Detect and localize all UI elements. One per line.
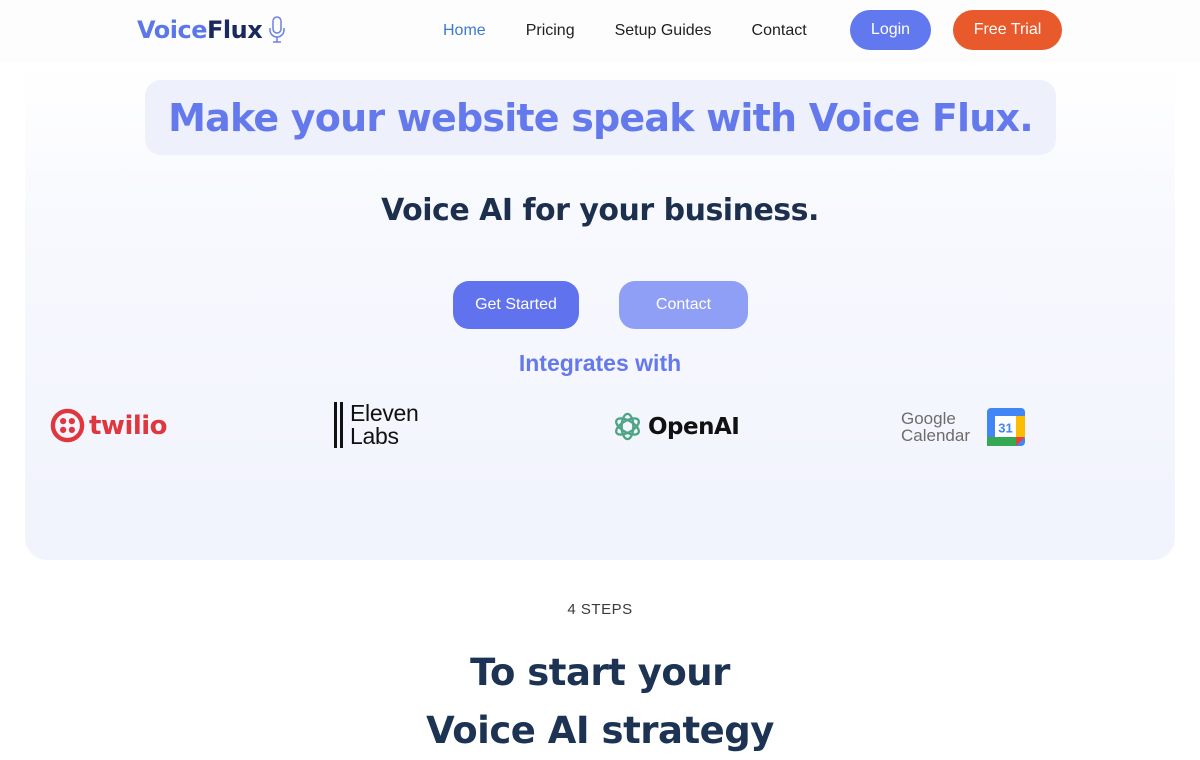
elevenlabs-logo-icon <box>334 402 346 448</box>
elevenlabs-name-line1: Eleven <box>350 400 419 426</box>
headline-banner: Make your website speak with Voice Flux. <box>145 80 1056 155</box>
brand-name-part1: Voice <box>137 16 207 44</box>
integrations-title: Integrates with <box>518 350 682 376</box>
twilio-name: twilio <box>89 410 168 441</box>
integration-elevenlabs: Eleven Labs <box>334 402 419 448</box>
steps-title: To start your Voice AI strategy <box>0 644 1200 760</box>
integration-twilio: twilio <box>50 408 168 443</box>
steps-label: 4 STEPS <box>567 601 633 618</box>
google-calendar-name-line2: Calendar <box>901 426 970 445</box>
google-calendar-name: Google Calendar <box>901 410 970 444</box>
contact-button[interactable]: Contact <box>619 281 748 329</box>
microphone-icon <box>269 16 285 43</box>
elevenlabs-name-line2: Labs <box>350 423 399 449</box>
login-button[interactable]: Login <box>850 10 931 50</box>
elevenlabs-name: Eleven Labs <box>350 402 419 448</box>
nav-link-pricing[interactable]: Pricing <box>526 22 575 40</box>
nav-links: Home Pricing Setup Guides Contact <box>443 0 847 62</box>
steps-title-line1: To start your <box>470 651 730 694</box>
navbar: Voice Flux Home Pricing Setup Guides Cont… <box>0 0 1200 62</box>
google-calendar-badge: 31 <box>998 421 1012 436</box>
integration-openai: OpenAI <box>611 410 740 443</box>
twilio-logo-icon <box>50 408 85 443</box>
brand-name-part2: Flux <box>206 16 263 44</box>
nav-link-setup-guides[interactable]: Setup Guides <box>615 22 712 40</box>
steps-title-line2: Voice AI strategy <box>426 709 774 752</box>
free-trial-button[interactable]: Free Trial <box>953 10 1062 50</box>
hero-subheadline: Voice AI for your business. <box>381 193 819 228</box>
hero-headline: Make your website speak with Voice Flux. <box>168 95 1034 140</box>
google-calendar-icon: 31 <box>987 408 1025 446</box>
google-calendar-name-line1: Google <box>901 409 956 428</box>
brand-logo[interactable]: Voice Flux <box>137 16 286 44</box>
get-started-button[interactable]: Get Started <box>453 281 579 329</box>
integration-google-calendar: Google Calendar 31 <box>901 408 1025 446</box>
openai-name: OpenAI <box>648 413 740 440</box>
openai-logo-icon <box>615 412 640 441</box>
nav-link-contact[interactable]: Contact <box>752 22 807 40</box>
nav-link-home[interactable]: Home <box>443 22 486 40</box>
